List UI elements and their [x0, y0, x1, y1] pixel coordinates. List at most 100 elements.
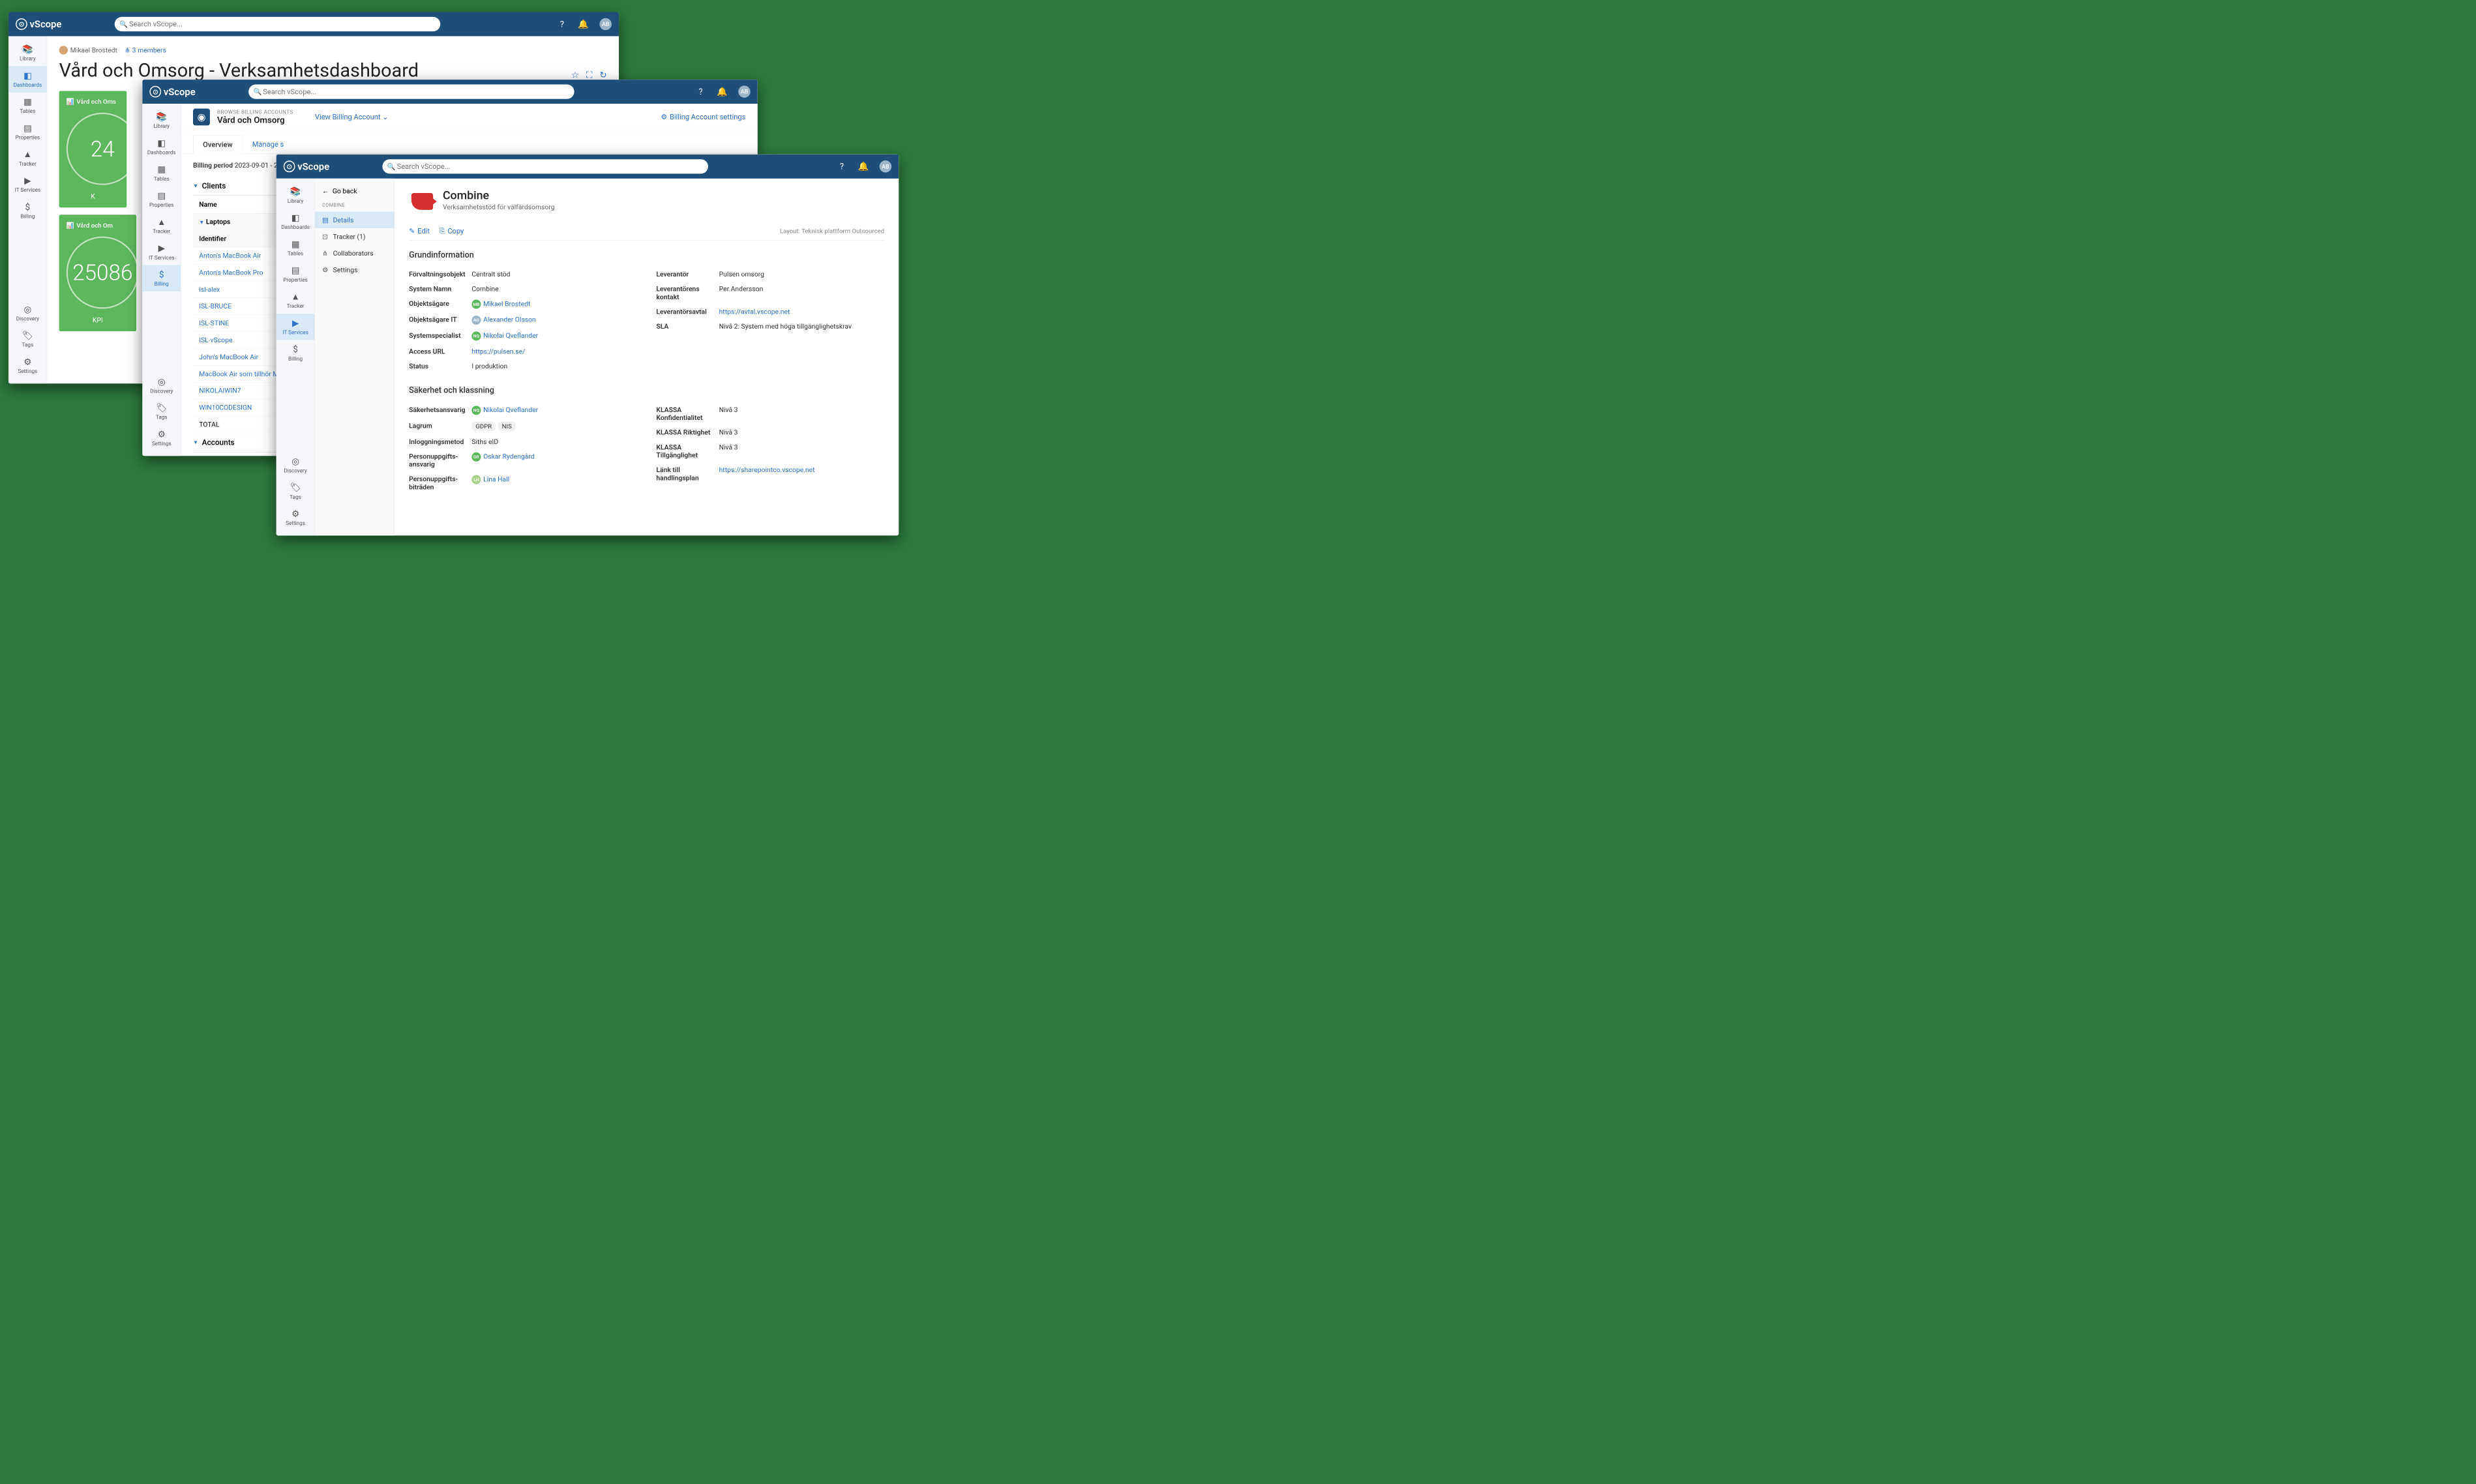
copy-button[interactable]: ⎘Copy: [440, 227, 464, 235]
detail-value: Pulsen omsorg: [719, 270, 884, 278]
sidebar-item-tables[interactable]: ▦Tables: [8, 93, 47, 119]
sidebar-item-tracker[interactable]: ▲Tracker: [142, 213, 181, 239]
detail-value[interactable]: NQNikolai Qveflander: [471, 331, 636, 340]
user-avatar[interactable]: AB: [599, 18, 612, 31]
search-input[interactable]: [115, 17, 441, 31]
sidebar-item-discovery[interactable]: ◎Discovery: [8, 300, 47, 326]
detail-value[interactable]: OROskar Rydengård: [471, 453, 636, 468]
billing-settings-link[interactable]: ⚙Billing Account settings: [661, 113, 745, 121]
user-avatar[interactable]: AB: [738, 85, 751, 98]
edit-button[interactable]: ✎Edit: [409, 227, 430, 235]
sidebar-item-billing[interactable]: $Billing: [8, 198, 47, 224]
widget-1-value: 24: [67, 113, 139, 185]
detail-row: KLASSA TillgänglighetNivå 3: [656, 440, 884, 463]
tags-icon: 🏷: [22, 331, 33, 341]
sidebar-item-billing[interactable]: $Billing: [276, 340, 315, 366]
sidebar-item-dashboards[interactable]: ◧Dashboards: [142, 134, 181, 160]
tab-overview[interactable]: Overview: [193, 136, 243, 154]
widget-2[interactable]: 📊Vård och Om 25086 KPI: [59, 215, 136, 331]
sidebar-item-itservices[interactable]: ▶IT Services: [276, 314, 315, 340]
panel-item-details[interactable]: ▤Details: [315, 211, 395, 228]
sidebar-item-settings[interactable]: ⚙Settings: [142, 425, 181, 451]
detail-label: Säkerhetsansvarig: [409, 406, 471, 415]
sidebar-item-dashboards[interactable]: ◧Dashboards: [8, 66, 47, 92]
tags-icon: 🏷: [290, 482, 301, 493]
sidebar-item-tags[interactable]: 🏷Tags: [142, 398, 181, 424]
sidebar-item-tracker[interactable]: ▲Tracker: [276, 288, 315, 314]
detail-row: Leverantörsavtalhttps://avtal.vscope.net: [656, 304, 884, 319]
search-input[interactable]: [382, 159, 708, 173]
detail-row: Länk till handlingsplanhttps://sharepoin…: [656, 462, 884, 485]
bell-icon[interactable]: 🔔: [858, 161, 869, 171]
bell-icon[interactable]: 🔔: [717, 86, 727, 96]
go-back-button[interactable]: ←Go back: [315, 183, 395, 198]
detail-label: Objektsägare: [409, 300, 471, 309]
sidebar-item-tables[interactable]: ▦Tables: [142, 160, 181, 186]
widget-1[interactable]: 📊Vård och Oms 24 K: [59, 91, 127, 207]
detail-value[interactable]: LHLina Hall: [471, 475, 636, 491]
discovery-icon: ◎: [291, 456, 299, 467]
panel-item-tracker[interactable]: ⊡Tracker (1): [315, 228, 395, 245]
detail-label: System Namn: [409, 285, 471, 293]
sidebar-item-billing[interactable]: $Billing: [142, 265, 181, 291]
view-billing-link[interactable]: View Billing Account ⌄: [315, 113, 389, 121]
star-icon[interactable]: ☆: [571, 70, 579, 80]
brand-logo[interactable]: ⊙vScope: [16, 18, 61, 30]
sidebar-item-discovery[interactable]: ◎Discovery: [142, 372, 181, 398]
detail-value[interactable]: https://sharepointco.vscope.net: [719, 466, 884, 481]
detail-label: Systemspecialist: [409, 331, 471, 340]
sidebar-item-itservices[interactable]: ▶IT Services: [142, 239, 181, 265]
expand-icon[interactable]: ⛶: [586, 70, 592, 80]
sidebar: 📚Library ◧Dashboards ▦Tables ▤Properties…: [142, 104, 181, 456]
detail-value[interactable]: NQNikolai Qveflander: [471, 406, 636, 415]
sidebar-item-tags[interactable]: 🏷Tags: [8, 326, 47, 352]
brand-logo[interactable]: ⊙vScope: [149, 86, 195, 98]
sidebar-item-tables[interactable]: ▦Tables: [276, 235, 315, 261]
discovery-icon: ◎: [158, 377, 166, 387]
caret-down-icon: ▼: [193, 183, 198, 189]
logo-shape: [411, 193, 433, 210]
detail-row: StatusI produktion: [409, 359, 637, 374]
detail-label: Access URL: [409, 348, 471, 355]
tags-icon: 🏷: [156, 403, 167, 413]
detail-value[interactable]: AOAlexander Olsson: [471, 316, 636, 325]
search-input[interactable]: [248, 85, 574, 99]
user-avatar[interactable]: AB: [880, 160, 892, 173]
sidebar-item-library[interactable]: 📚Library: [8, 40, 47, 66]
widget-2-value: 25086: [67, 237, 139, 309]
detail-value[interactable]: https://avtal.vscope.net: [719, 308, 884, 316]
members-link[interactable]: ⋔3 members: [125, 46, 166, 54]
sidebar-item-properties[interactable]: ▤Properties: [276, 261, 315, 287]
sidebar-item-itservices[interactable]: ▶IT Services: [8, 171, 47, 198]
detail-value[interactable]: https://pulsen.se/: [471, 348, 636, 355]
sidebar-item-library[interactable]: 📚Library: [276, 182, 315, 208]
panel-item-settings[interactable]: ⚙Settings: [315, 261, 395, 278]
section-sakerhet: Säkerhet och klassning Säkerhetsansvarig…: [409, 385, 884, 494]
help-icon[interactable]: ?: [695, 86, 706, 96]
detail-value[interactable]: MBMikael Brostedt: [471, 300, 636, 309]
detail-row: Personuppgifts-biträdenLHLina Hall: [409, 471, 637, 494]
tag-pill: NIS: [498, 422, 516, 431]
sidebar-item-properties[interactable]: ▤Properties: [8, 119, 47, 145]
sidebar-item-settings[interactable]: ⚙Settings: [276, 505, 315, 531]
billing-icon: $: [293, 344, 297, 355]
sidebar-item-tags[interactable]: 🏷Tags: [276, 478, 315, 504]
sidebar-item-discovery[interactable]: ◎Discovery: [276, 452, 315, 478]
help-icon[interactable]: ?: [557, 19, 567, 29]
topbar-actions: ? 🔔 AB: [837, 160, 891, 173]
sidebar-item-library[interactable]: 📚Library: [142, 108, 181, 134]
panel-item-collaborators[interactable]: ⋔Collaborators: [315, 245, 395, 262]
sidebar-item-dashboards[interactable]: ◧Dashboards: [276, 209, 315, 235]
sidebar-item-tracker[interactable]: ▲Tracker: [8, 145, 47, 171]
sidebar-item-settings[interactable]: ⚙Settings: [8, 353, 47, 379]
refresh-icon[interactable]: ↻: [599, 70, 606, 80]
tab-manage[interactable]: Manage s: [243, 136, 293, 154]
bell-icon[interactable]: 🔔: [578, 19, 589, 29]
detail-label: KLASSA Konfidentialitet: [656, 406, 719, 421]
help-icon[interactable]: ?: [837, 161, 847, 171]
owner-chip[interactable]: Mikael Brostedt: [59, 46, 117, 54]
title-actions: ☆ ⛶ ↻: [571, 70, 607, 80]
sidebar-item-properties[interactable]: ▤Properties: [142, 186, 181, 213]
account-title-block: BROWSE BILLING ACCOUNTS Vård och Omsorg: [217, 109, 293, 125]
brand-logo[interactable]: ⊙vScope: [284, 160, 329, 172]
